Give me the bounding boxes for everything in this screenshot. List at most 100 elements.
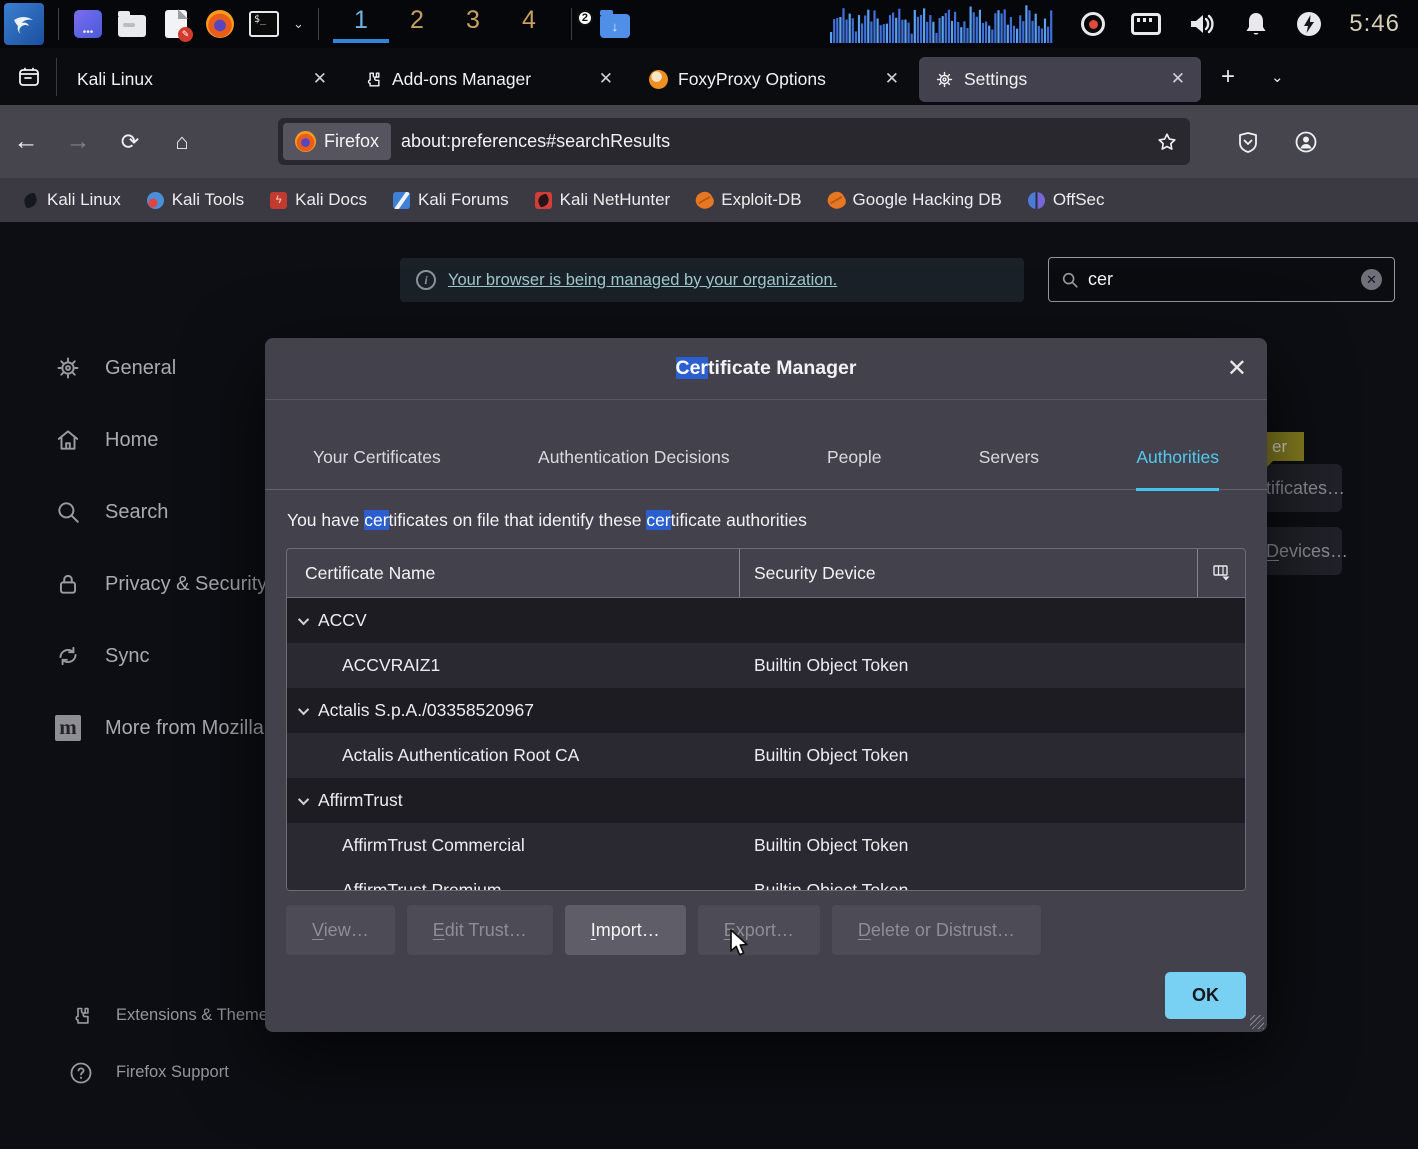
table-row[interactable]: Actalis Authentication Root CA Builtin O… <box>287 733 1245 778</box>
tab-close-icon[interactable]: ✕ <box>309 69 331 89</box>
terminal-icon[interactable]: $_ <box>249 9 279 39</box>
table-row[interactable]: ACCVRAIZ1 Builtin Object Token <box>287 643 1245 688</box>
table-body: ACCV ACCVRAIZ1 Builtin Object Token Acta… <box>287 598 1245 890</box>
sidebar-item-label: More from Mozilla <box>105 717 264 740</box>
workspace-1[interactable]: 1 <box>333 5 389 43</box>
sidebar-footer-firefox-support[interactable]: Firefox Support <box>68 1044 328 1101</box>
forward-button[interactable]: → <box>52 127 104 156</box>
view-certificates-button-partial[interactable]: tificates… <box>1266 464 1342 512</box>
table-row[interactable]: AffirmTrust Commercial Builtin Object To… <box>287 823 1245 868</box>
launcher-chevron-down-icon[interactable]: ⌄ <box>293 16 304 32</box>
back-button[interactable]: ← <box>0 127 52 156</box>
tab-close-icon[interactable]: ✕ <box>881 69 903 89</box>
taskbar: ••• $_ ⌄ 1234 2 ↓ <box>0 0 1418 48</box>
managed-browser-link[interactable]: Your browser is being managed by your or… <box>448 271 837 290</box>
chevron-down-icon[interactable] <box>298 613 309 624</box>
table-header: Certificate Name Security Device <box>287 549 1245 598</box>
settings-search-box[interactable]: ✕ <box>1048 257 1395 302</box>
security-devices-button-partial[interactable]: Devices… <box>1266 527 1342 575</box>
group-name: ACCV <box>318 610 367 631</box>
question-icon <box>68 1060 94 1086</box>
browser-tab[interactable]: Kali Linux ✕ <box>61 57 343 102</box>
bookmark-label: Google Hacking DB <box>853 190 1002 210</box>
chevron-down-icon[interactable] <box>298 793 309 804</box>
resize-grip[interactable] <box>1250 1015 1264 1029</box>
file-manager-icon[interactable] <box>117 9 147 39</box>
chevron-down-icon[interactable] <box>298 703 309 714</box>
bookmark-item[interactable]: Kali Forums <box>393 190 509 210</box>
search-highlight-marker: er <box>1266 432 1304 461</box>
bookmark-star-icon[interactable] <box>1156 131 1178 153</box>
bookmark-item[interactable]: OffSec <box>1028 190 1105 210</box>
bookmark-item[interactable]: Kali Docs <box>270 190 367 210</box>
notifications-bell-icon[interactable] <box>1243 10 1269 38</box>
firefox-view-icon[interactable] <box>12 60 46 94</box>
puzzle-icon <box>68 1003 94 1029</box>
firefox-launcher-icon[interactable] <box>205 9 235 39</box>
identity-label: Firefox <box>324 131 379 152</box>
table-group-row[interactable]: AffirmTrust <box>287 778 1245 823</box>
clear-search-icon[interactable]: ✕ <box>1361 269 1382 290</box>
table-group-row[interactable]: Actalis S.p.A./03358520967 <box>287 688 1245 733</box>
cpu-usage-graph[interactable] <box>820 3 1055 45</box>
settings-page: i Your browser is being managed by your … <box>0 222 1418 1149</box>
tab-close-icon[interactable]: ✕ <box>595 69 617 89</box>
column-header-security-device[interactable]: Security Device <box>740 549 1197 597</box>
account-icon[interactable] <box>1294 130 1318 154</box>
delete-or-distrust-button[interactable]: Delete or Distrust… <box>832 905 1041 955</box>
url-text[interactable]: about:preferences#searchResults <box>401 131 1156 152</box>
dialog-tab-your-certificates[interactable]: Your Certificates <box>313 447 441 491</box>
dialog-tab-servers[interactable]: Servers <box>979 447 1039 491</box>
dialog-button-row: View…Edit Trust…Import…Export…Delete or … <box>286 905 1246 955</box>
settings-icon <box>935 70 954 89</box>
bookmarks-toolbar: Kali Linux Kali Tools Kali Docs Kali For… <box>0 178 1418 222</box>
edit-trust-button[interactable]: Edit Trust… <box>407 905 553 955</box>
table-row[interactable]: AffirmTrust Premium Builtin Object Token <box>287 868 1245 890</box>
tray-display-icon[interactable] <box>1131 13 1161 35</box>
identity-chip[interactable]: Firefox <box>283 123 391 160</box>
dialog-titlebar: Certificate Manager ✕ <box>265 338 1267 400</box>
screen-record-icon[interactable] <box>1081 12 1105 36</box>
workspace-4[interactable]: 4 <box>501 5 557 43</box>
clock[interactable]: 5:46 <box>1349 10 1400 38</box>
bookmark-item[interactable]: Exploit-DB <box>696 190 801 210</box>
sidebar-item-label: Privacy & Security <box>105 573 267 596</box>
browser-tab[interactable]: FoxyProxy Options ✕ <box>633 57 915 102</box>
power-manager-icon[interactable] <box>1295 10 1323 38</box>
column-header-certificate-name[interactable]: Certificate Name <box>287 549 740 597</box>
settings-search-input[interactable] <box>1088 269 1352 290</box>
dialog-close-icon[interactable]: ✕ <box>1227 354 1247 383</box>
volume-icon[interactable] <box>1187 10 1217 38</box>
import-button[interactable]: Import… <box>565 905 686 955</box>
bookmark-item[interactable]: Kali NetHunter <box>535 190 671 210</box>
pocket-shield-icon[interactable] <box>1236 130 1260 154</box>
table-group-row[interactable]: ACCV <box>287 598 1245 643</box>
security-device-cell: Builtin Object Token <box>740 835 1245 856</box>
dialog-tab-strip: Your Certificates Authentication Decision… <box>265 420 1267 490</box>
bookmark-item[interactable]: Kali Linux <box>22 190 121 210</box>
reload-button[interactable]: ⟳ <box>104 129 156 155</box>
list-all-tabs-chevron-icon[interactable]: ⌄ <box>1253 68 1302 86</box>
dialog-tab-people[interactable]: People <box>827 447 882 491</box>
workspace-3[interactable]: 3 <box>445 5 501 43</box>
tab-close-icon[interactable]: ✕ <box>1167 69 1189 89</box>
downloads-folder-icon[interactable]: ↓ <box>600 9 630 39</box>
browser-tab[interactable]: Add-ons Manager ✕ <box>347 57 629 102</box>
bookmark-item[interactable]: Google Hacking DB <box>828 190 1002 210</box>
home-button[interactable]: ⌂ <box>156 129 208 155</box>
dialog-tab-authentication-decisions[interactable]: Authentication Decisions <box>538 447 730 491</box>
browser-tab[interactable]: Settings ✕ <box>919 57 1201 102</box>
window-app-icon[interactable]: ••• <box>73 9 103 39</box>
url-bar[interactable]: Firefox about:preferences#searchResults <box>278 118 1190 165</box>
ok-button[interactable]: OK <box>1165 972 1246 1019</box>
column-picker-icon[interactable] <box>1197 549 1245 597</box>
dialog-tab-authorities[interactable]: Authorities <box>1136 447 1219 491</box>
bookmark-item[interactable]: Kali Tools <box>147 190 244 210</box>
export-button[interactable]: Export… <box>698 905 820 955</box>
text-editor-icon[interactable] <box>161 9 191 39</box>
workspace-2[interactable]: 2 <box>389 5 445 43</box>
kali-menu-button[interactable] <box>4 3 44 45</box>
new-tab-button[interactable]: + <box>1203 63 1253 91</box>
view-button[interactable]: View… <box>286 905 395 955</box>
bookmark-label: Kali Tools <box>172 190 244 210</box>
